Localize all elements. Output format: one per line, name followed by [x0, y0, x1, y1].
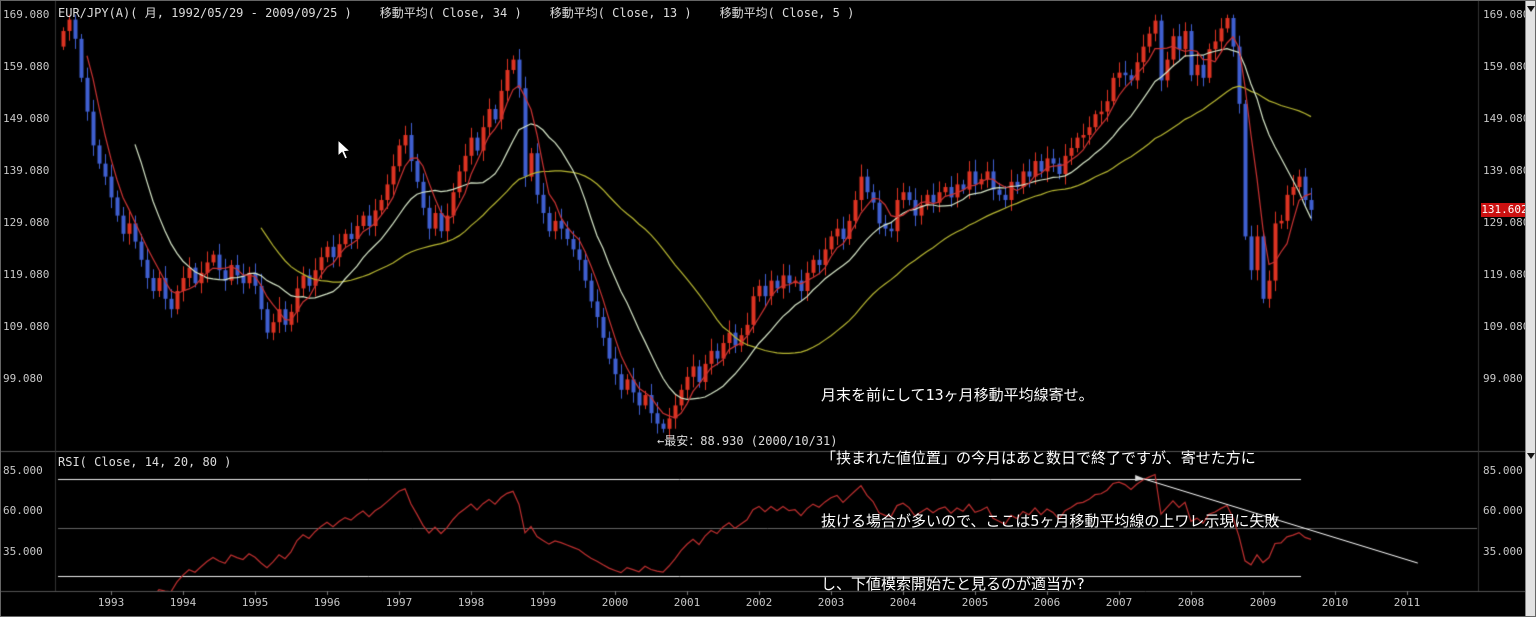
chart-header: EUR/JPY(A)( 月, 1992/05/29 - 2009/09/25 )… — [58, 4, 854, 21]
rsi-tick-label-left: 60.000 — [3, 504, 43, 517]
scrollbar-arrow-main-icon[interactable] — [1527, 6, 1535, 12]
year-label: 2001 — [673, 596, 701, 609]
rsi-tick-label-right: 60.000 — [1483, 504, 1523, 517]
annotation-line: 「挟まれた値位置」の今月はあと数日で終了ですが、寄せた方に — [821, 449, 1256, 467]
rsi-tick-label-left: 35.000 — [3, 545, 43, 558]
price-tick-label-right: 109.080 — [1483, 320, 1530, 333]
year-label: 2002 — [745, 596, 773, 609]
year-label: 1996 — [313, 596, 341, 609]
price-tick-label-right: 139.080 — [1483, 164, 1530, 177]
price-chart-canvas[interactable] — [1, 1, 1535, 616]
price-tick-label-right: 159.080 — [1483, 60, 1530, 73]
low-price-annotation: ←最安：88.930 (2000/10/31) — [657, 434, 838, 448]
rsi-tick-label-right: 35.000 — [1483, 545, 1523, 558]
price-tick-label-left: 169.080 — [3, 8, 50, 21]
analysis-annotation: 月末を前にして13ヶ月移動平均線寄せ。 「挟まれた値位置」の今月はあと数日で終了… — [821, 343, 1280, 616]
price-tick-label-left: 129.080 — [3, 216, 50, 229]
year-label: 1999 — [529, 596, 557, 609]
scrollbar-arrow-rsi-icon[interactable] — [1527, 453, 1535, 459]
price-tick-label-right: 149.080 — [1483, 112, 1530, 125]
year-label: 1993 — [97, 596, 125, 609]
annotation-line: し、下値模索開始たと見るのが適当か? — [821, 575, 1086, 593]
year-label: 2010 — [1321, 596, 1349, 609]
indicator-label-ma13[interactable]: 移動平均( Close, 13 ) — [550, 4, 692, 21]
year-label: 1997 — [385, 596, 413, 609]
annotation-line: 抜ける場合が多いので、ここは5ヶ月移動平均線の上ワレ示現に失敗 — [821, 512, 1280, 530]
price-tick-label-left: 119.080 — [3, 268, 50, 281]
current-price-badge: 131.602 — [1481, 203, 1528, 217]
price-tick-label-left: 149.080 — [3, 112, 50, 125]
price-tick-label-left: 99.080 — [3, 372, 43, 385]
year-label: 2000 — [601, 596, 629, 609]
year-label: 1998 — [457, 596, 485, 609]
annotation-line: 月末を前にして13ヶ月移動平均線寄せ。 — [821, 386, 1094, 404]
trading-chart-window: EUR/JPY(A)( 月, 1992/05/29 - 2009/09/25 )… — [0, 0, 1536, 617]
right-scrollbar[interactable] — [1525, 1, 1535, 616]
price-tick-label-right: 129.080 — [1483, 216, 1530, 229]
price-tick-label-right: 119.080 — [1483, 268, 1530, 281]
mouse-cursor-icon — [337, 139, 352, 160]
rsi-tick-label-right: 85.000 — [1483, 464, 1523, 477]
symbol-title: EUR/JPY(A)( 月, 1992/05/29 - 2009/09/25 ) — [58, 6, 352, 20]
price-tick-label-left: 159.080 — [3, 60, 50, 73]
year-label: 2011 — [1393, 596, 1421, 609]
price-tick-label-left: 109.080 — [3, 320, 50, 333]
price-tick-label-left: 139.080 — [3, 164, 50, 177]
year-label: 1995 — [241, 596, 269, 609]
indicator-label-ma34[interactable]: 移動平均( Close, 34 ) — [380, 4, 522, 21]
year-label: 1994 — [169, 596, 197, 609]
rsi-tick-label-left: 85.000 — [3, 464, 43, 477]
price-tick-label-right: 169.080 — [1483, 8, 1530, 21]
price-tick-label-right: 99.080 — [1483, 372, 1523, 385]
indicator-label-ma5[interactable]: 移動平均( Close, 5 ) — [720, 4, 855, 21]
rsi-panel-title[interactable]: RSI( Close, 14, 20, 80 ) — [58, 455, 231, 469]
